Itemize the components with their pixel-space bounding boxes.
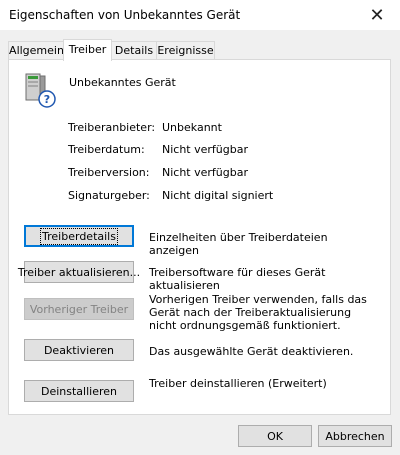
device-name: Unbekanntes Gerät xyxy=(69,76,176,89)
driver-version-value: Nicht verfügbar xyxy=(162,166,248,179)
digital-signer-value: Nicht digital signiert xyxy=(162,189,274,202)
driver-provider-label: Treiberanbieter: xyxy=(68,121,156,134)
disable-device-button-label: Deaktivieren xyxy=(43,343,115,357)
title-bar: Eigenschaften von Unbekanntes Gerät ✕ xyxy=(0,0,400,30)
tab-ereignisse[interactable]: Ereignisse xyxy=(156,41,215,60)
roll-back-driver-description: Vorherigen Treiber verwenden, falls das … xyxy=(149,293,367,332)
digital-signer-label: Signaturgeber: xyxy=(68,189,150,202)
close-button[interactable]: ✕ xyxy=(354,0,400,30)
tab-treiber[interactable]: Treiber xyxy=(63,39,112,61)
window-title: Eigenschaften von Unbekanntes Gerät xyxy=(9,8,241,22)
tab-details[interactable]: Details xyxy=(111,41,157,60)
disable-device-description: Das ausgewählte Gerät deaktivieren. xyxy=(149,345,354,358)
tab-allgemein[interactable]: Allgemein xyxy=(8,41,65,60)
update-driver-button-label: Treiber aktualisieren... xyxy=(17,265,141,279)
ok-button[interactable]: OK xyxy=(238,425,312,447)
driver-details-button[interactable]: Treiberdetails xyxy=(24,225,134,247)
driver-date-value: Nicht verfügbar xyxy=(162,143,248,156)
unknown-device-icon: ? xyxy=(25,73,56,108)
roll-back-driver-button-label: Vorheriger Treiber xyxy=(29,302,129,316)
uninstall-device-button-label: Deinstallieren xyxy=(40,384,117,398)
driver-date-label: Treiberdatum: xyxy=(68,143,145,156)
driver-details-description: Einzelheiten über Treiberdateien anzeige… xyxy=(149,231,328,257)
cancel-button[interactable]: Abbrechen xyxy=(318,425,392,447)
close-icon[interactable]: ✕ xyxy=(369,5,384,26)
uninstall-device-button[interactable]: Deinstallieren xyxy=(24,380,134,402)
roll-back-driver-button[interactable]: Vorheriger Treiber xyxy=(24,298,134,320)
disable-device-button[interactable]: Deaktivieren xyxy=(24,339,134,361)
svg-text:?: ? xyxy=(44,93,50,106)
driver-tab-panel: ? Unbekanntes Gerät Treiberanbieter: Unb… xyxy=(8,59,391,415)
driver-details-button-label: Treiberdetails xyxy=(40,227,118,245)
driver-version-label: Treiberversion: xyxy=(68,166,150,179)
driver-provider-value: Unbekannt xyxy=(162,121,222,134)
uninstall-device-description: Treiber deinstallieren (Erweitert) xyxy=(149,377,327,390)
update-driver-description: Treibersoftware für dieses Gerät aktuali… xyxy=(149,266,326,292)
update-driver-button[interactable]: Treiber aktualisieren... xyxy=(18,261,140,283)
